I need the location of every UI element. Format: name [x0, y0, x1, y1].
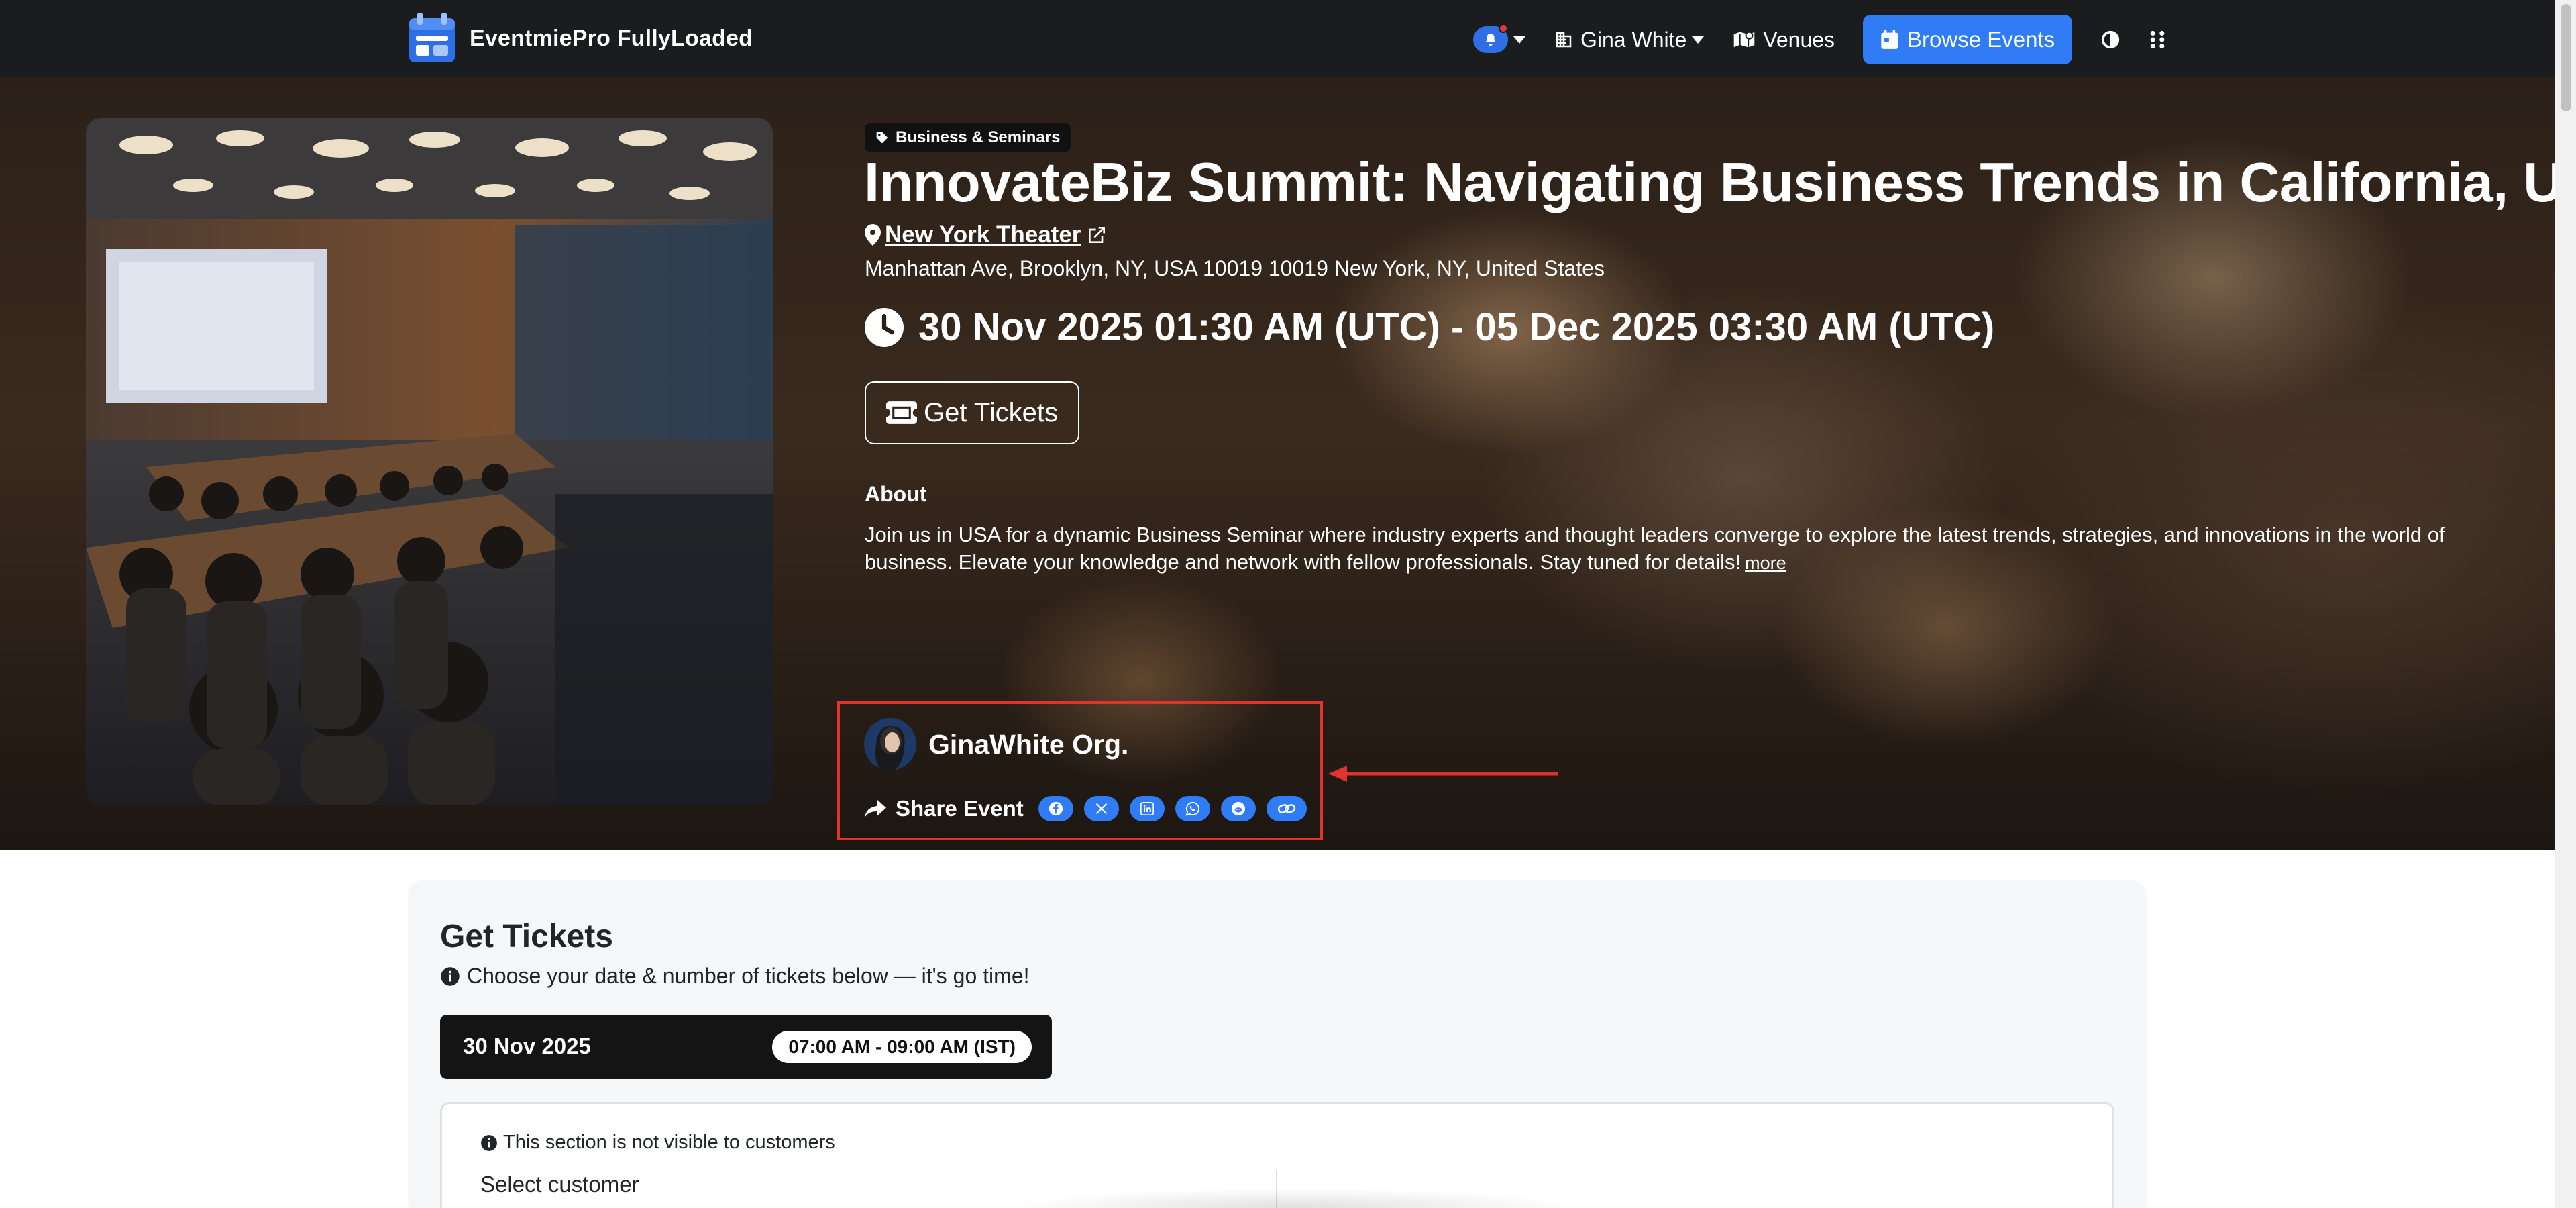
category-badge[interactable]: Business & Seminars: [865, 123, 1071, 152]
organizer-name: GinaWhite Org.: [928, 728, 1129, 760]
clock-icon: [865, 307, 904, 347]
brand[interactable]: EventmiePro FullyLoaded: [407, 11, 753, 66]
share-facebook-button[interactable]: [1038, 796, 1073, 821]
venues-link[interactable]: Venues: [1732, 28, 1835, 52]
about-description: Join us in USA for a dynamic Business Se…: [865, 521, 2515, 577]
browse-events-label: Browse Events: [1907, 27, 2055, 52]
brand-name: EventmiePro FullyLoaded: [470, 25, 753, 51]
about-heading: About: [865, 482, 927, 506]
info-icon: [441, 966, 460, 986]
event-title: InnovateBiz Summit: Navigating Business …: [864, 151, 2555, 213]
select-customer-label: Select customer: [480, 1172, 639, 1197]
user-menu[interactable]: Gina White: [1554, 27, 1705, 52]
tickets-subtitle: Choose your date & number of tickets bel…: [440, 964, 1030, 989]
share-event: Share Event: [865, 796, 1318, 821]
apps-menu[interactable]: [2149, 30, 2166, 50]
organizer-avatar: [864, 718, 916, 770]
share-icon: [865, 799, 886, 818]
contrast-icon: [2102, 30, 2120, 49]
link-icon: [1277, 804, 1295, 813]
whatsapp-icon: [1185, 801, 1199, 816]
ticket-icon: [885, 401, 917, 424]
notification-dot: [1499, 23, 1508, 33]
tickets-subtitle-text: Choose your date & number of tickets bel…: [467, 964, 1030, 988]
info-icon: [481, 1134, 497, 1151]
share-linkedin-button[interactable]: [1129, 796, 1165, 821]
building-icon: [1556, 32, 1572, 48]
venue-name: New York Theater: [885, 221, 1081, 248]
admin-note: This section is not visible to customers: [480, 1131, 835, 1154]
share-reddit-button[interactable]: [1220, 796, 1256, 821]
schedule-date-bar[interactable]: 30 Nov 2025 07:00 AM - 09:00 AM (IST): [440, 1015, 1052, 1079]
share-whatsapp-button[interactable]: [1175, 796, 1210, 821]
get-tickets-label: Get Tickets: [923, 397, 1059, 427]
annotation-arrow: [1328, 766, 1558, 782]
schedule-time-badge: 07:00 AM - 09:00 AM (IST): [772, 1031, 1032, 1063]
map-icon: [1733, 30, 1756, 49]
top-navbar: EventmiePro FullyLoaded Gina White Venue…: [0, 0, 2555, 77]
bell-icon: [1473, 23, 1508, 53]
hero-get-tickets-button[interactable]: Get Tickets: [865, 381, 1079, 444]
browse-events-button[interactable]: Browse Events: [1863, 15, 2073, 64]
theme-toggle[interactable]: [2100, 30, 2121, 50]
tickets-heading: Get Tickets: [440, 919, 613, 954]
admin-note-text: This section is not visible to customers: [503, 1131, 835, 1153]
about-text: Join us in USA for a dynamic Business Se…: [865, 523, 2445, 574]
nav-right: Gina White Venues Browse Events: [1473, 15, 2194, 64]
scrollbar-thumb[interactable]: [2561, 4, 2571, 111]
event-hero: Business & Seminars InnovateBiz Summit: …: [0, 77, 2555, 850]
tag-icon: [876, 132, 888, 144]
chevron-down-icon: [1692, 36, 1705, 44]
organizer[interactable]: GinaWhite Org.: [864, 718, 1128, 770]
venue-address: Manhattan Ave, Brooklyn, NY, USA 10019 1…: [865, 256, 1605, 281]
copy-link-button[interactable]: [1266, 796, 1307, 821]
chevron-down-icon: [1513, 36, 1525, 44]
x-icon: [1095, 803, 1108, 815]
facebook-icon: [1049, 801, 1063, 816]
reddit-icon: [1231, 801, 1245, 816]
event-poster-image: [86, 118, 773, 805]
page-scrollbar[interactable]: [2555, 0, 2576, 1208]
schedule-date: 30 Nov 2025: [463, 1034, 591, 1058]
venues-label: Venues: [1763, 27, 1835, 52]
linkedin-icon: [1140, 802, 1154, 815]
external-link-icon: [1089, 227, 1106, 243]
share-label: Share Event: [896, 796, 1024, 821]
map-pin-icon: [865, 224, 881, 246]
user-name: Gina White: [1580, 27, 1687, 52]
date-range-text: 30 Nov 2025 01:30 AM (UTC) - 05 Dec 2025…: [918, 305, 1995, 349]
calendar-icon: [1881, 30, 1898, 49]
calendar-logo-icon: [407, 11, 458, 65]
more-link[interactable]: more: [1745, 553, 1786, 573]
category-label: Business & Seminars: [896, 128, 1061, 146]
event-date-range: 30 Nov 2025 01:30 AM (UTC) - 05 Dec 2025…: [865, 305, 1994, 350]
grid-icon: [2150, 30, 2165, 49]
loading-shadow: [1006, 1188, 1583, 1208]
share-x-button[interactable]: [1083, 796, 1119, 821]
notifications-dropdown[interactable]: [1473, 23, 1525, 53]
venue-link[interactable]: New York Theater: [865, 221, 1108, 248]
